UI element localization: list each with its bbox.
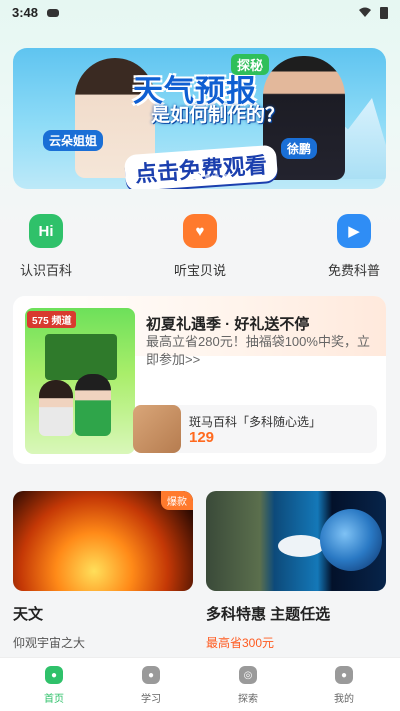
bottom-nav: ● 首页 ● 学习 ◎ 探索 ● 我的 xyxy=(0,657,400,711)
promo-product[interactable]: 斑马百科「多科随心选」 129 xyxy=(133,405,377,453)
study-icon: ● xyxy=(142,666,160,684)
home-icon: ● xyxy=(45,666,63,684)
product-name: 斑马百科「多科随心选」 xyxy=(189,415,322,429)
hot-badge: 爆款 xyxy=(161,491,193,510)
card-subtitle: 最高省300元 xyxy=(206,636,275,650)
card-title: 天文 xyxy=(13,606,44,623)
promo-title: 初夏礼遇季 · 好礼送不停 xyxy=(146,316,310,333)
android-icon xyxy=(47,9,60,17)
host-left-name: 云朵姐姐 xyxy=(43,130,104,151)
explore-icon: ◎ xyxy=(239,666,257,684)
wifi-icon xyxy=(359,7,371,17)
host-right-name: 徐鹏 xyxy=(281,138,318,159)
tab-home[interactable]: ● 首页 xyxy=(24,666,84,705)
status-time: 3:48 xyxy=(12,4,39,20)
tab-profile[interactable]: ● 我的 xyxy=(314,666,374,705)
quick-entry-row: Hi 认识百科 ♥ 听宝贝说 ▶ 免费科普 xyxy=(0,214,400,284)
heart-chat-icon: ♥ xyxy=(183,214,217,248)
promo-banner[interactable]: 天气预报 探秘 是如何制作的？ 云朵姐姐 徐鹏 点击免费观看 xyxy=(13,48,386,189)
banner-tag: 探秘 xyxy=(231,54,270,75)
hi-chat-icon: Hi xyxy=(29,214,63,248)
promo-poster-image: 575 频道 xyxy=(25,308,135,454)
battery-icon xyxy=(380,6,388,19)
quick-entry-label: 免费科普 xyxy=(327,263,380,278)
quick-entry-encyclopedia[interactable]: Hi 认识百科 xyxy=(6,214,86,279)
tab-label: 我的 xyxy=(334,694,354,705)
quick-entry-free-science[interactable]: ▶ 免费科普 xyxy=(314,214,394,279)
profile-icon: ● xyxy=(335,666,353,684)
course-card-astronomy[interactable]: 爆款 天文 仰观宇宙之大 xyxy=(13,491,193,651)
course-card-multi-subject[interactable]: 多科特惠 主题任选 最高省300元 xyxy=(206,491,386,651)
tab-label: 学习 xyxy=(141,694,161,705)
product-price: 129 xyxy=(189,429,215,446)
sun-image: 爆款 xyxy=(13,491,193,591)
promo-description[interactable]: 最高立省280元！抽福袋100%中奖，立即参加>> xyxy=(146,333,378,369)
video-play-icon: ▶ xyxy=(337,214,371,248)
card-subtitle: 仰观宇宙之大 xyxy=(13,636,86,650)
course-cards: 爆款 天文 仰观宇宙之大 多科特惠 主题任选 最高省300元 xyxy=(0,491,400,656)
banner-pager-dots xyxy=(189,174,228,179)
banner-subtitle: 是如何制作的？ xyxy=(151,105,285,126)
promo-card[interactable]: 575 频道 初夏礼遇季 · 好礼送不停 最高立省280元！抽福袋100%中奖，… xyxy=(13,296,386,464)
product-thumbnail xyxy=(133,405,181,453)
dinosaur-whale-earth-image xyxy=(206,491,386,591)
status-bar: 3:48 xyxy=(0,0,400,24)
quick-entry-listen[interactable]: ♥ 听宝贝说 xyxy=(160,214,240,279)
tab-explore[interactable]: ◎ 探索 xyxy=(218,666,278,705)
quick-entry-label: 听宝贝说 xyxy=(173,263,226,278)
poster-badge: 575 频道 xyxy=(27,311,77,328)
card-title: 多科特惠 主题任选 xyxy=(206,606,331,623)
tab-label: 首页 xyxy=(44,694,64,705)
tab-study[interactable]: ● 学习 xyxy=(121,666,181,705)
quick-entry-label: 认识百科 xyxy=(19,263,72,278)
tab-label: 探索 xyxy=(238,694,258,705)
